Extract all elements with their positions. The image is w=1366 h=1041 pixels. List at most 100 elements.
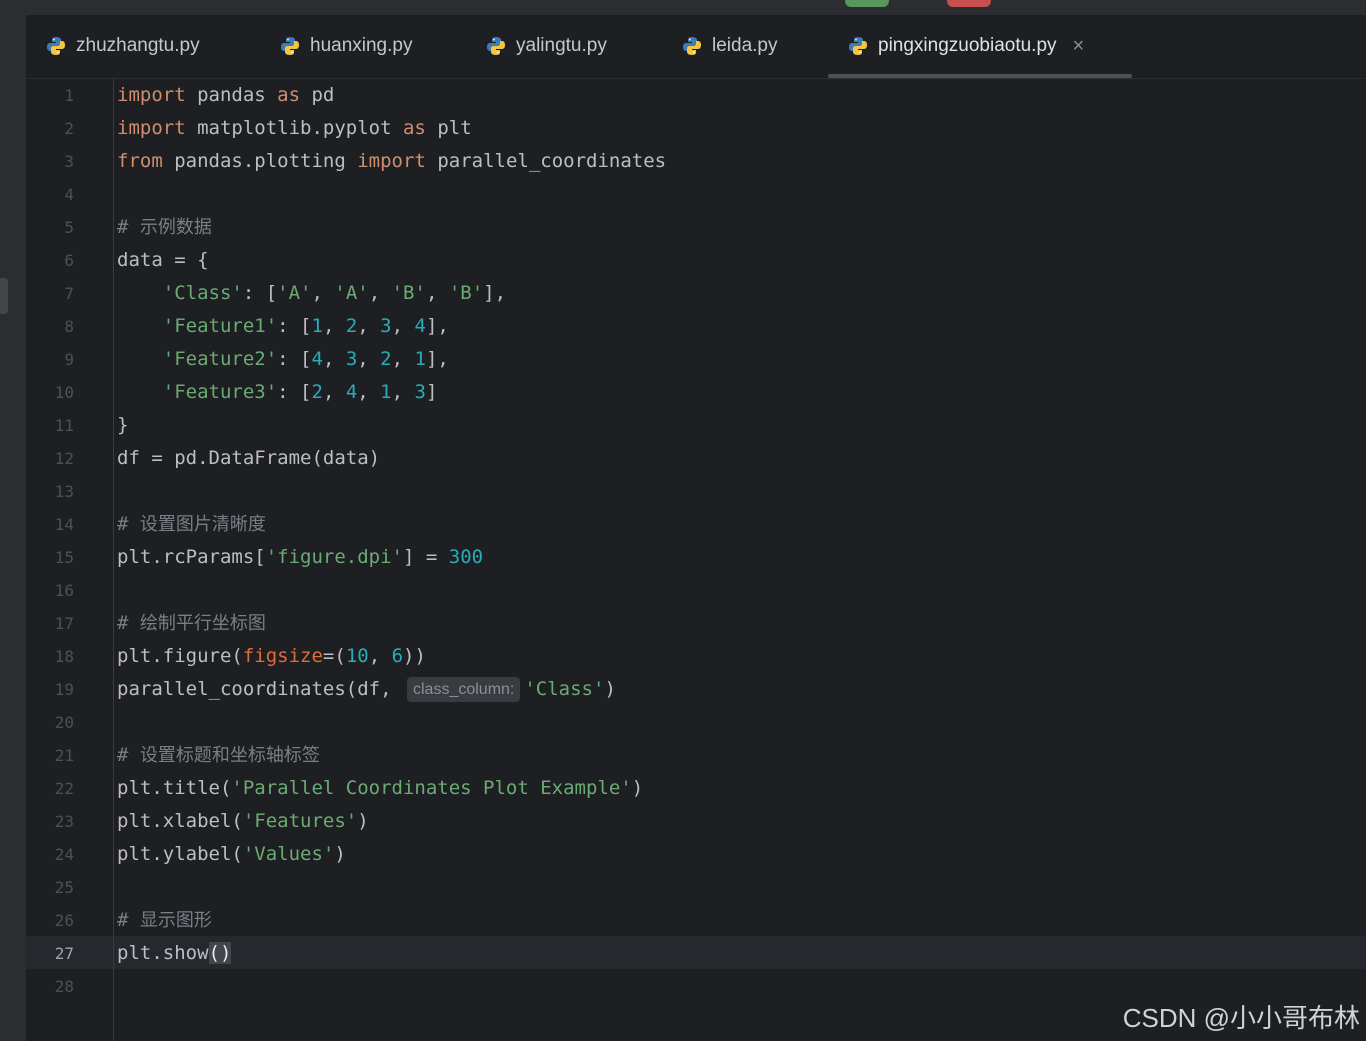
tab-label: pingxingzuobiaotu.py (878, 35, 1057, 56)
code-token: parallel_coordinates (425, 150, 667, 172)
code-token: , (391, 315, 415, 337)
code-text: plt.show() (117, 937, 232, 970)
code-line[interactable]: 22 plt.title('Parallel Coordinates Plot E… (26, 772, 1366, 805)
code-token: ] = (403, 546, 449, 568)
code-token: plt.show (117, 942, 209, 964)
code-token: 'B' (391, 282, 426, 304)
line-number: 28 (54, 977, 74, 996)
code-line[interactable]: 7 'Class': ['A', 'A', 'B', 'B'], (26, 277, 1366, 310)
line-number: 23 (54, 812, 74, 831)
line-number: 27 (54, 944, 74, 963)
code-line[interactable]: 25 (26, 871, 1366, 904)
code-line[interactable]: 12 df = pd.DataFrame(data) (26, 442, 1366, 475)
line-number: 12 (54, 449, 74, 468)
code-line[interactable]: 6 data = { (26, 244, 1366, 277)
code-token: 'figure.dpi' (265, 546, 403, 568)
code-line[interactable]: 2 import matplotlib.pyplot as plt (26, 112, 1366, 145)
tab-huanxing[interactable]: huanxing.py (280, 15, 412, 77)
line-number: 7 (64, 284, 74, 303)
code-line[interactable]: 21 # 设置标题和坐标轴标签 (26, 739, 1366, 772)
code-text: plt.rcParams['figure.dpi'] = 300 (117, 541, 483, 574)
code-line[interactable]: 3 from pandas.plotting import parallel_co… (26, 145, 1366, 178)
close-icon[interactable]: × (1073, 35, 1085, 58)
code-text: 'Feature1': [1, 2, 3, 4], (117, 310, 449, 343)
code-editor[interactable]: 1 import pandas as pd 2 import matplotlib.p… (26, 79, 1366, 1041)
code-token: import (117, 84, 186, 106)
code-token: , (368, 645, 392, 667)
code-line[interactable]: 17 # 绘制平行坐标图 (26, 607, 1366, 640)
code-line[interactable]: 11} (26, 409, 1366, 442)
code-token: 显示图形 (139, 910, 212, 931)
code-line[interactable]: 15 plt.rcParams['figure.dpi'] = 300 (26, 541, 1366, 574)
tab-yalingtu[interactable]: yalingtu.py (486, 15, 607, 77)
code-token: matplotlib.pyplot (185, 117, 403, 139)
code-line[interactable]: 26 # 显示图形 (26, 904, 1366, 937)
code-line[interactable]: 18 plt.figure(figsize=(10, 6)) (26, 640, 1366, 673)
code-token: ) (631, 777, 644, 799)
code-line[interactable]: 24 plt.ylabel('Values') (26, 838, 1366, 871)
code-token: 1 (311, 315, 323, 337)
code-token: =( (322, 645, 346, 667)
code-token: as (402, 117, 426, 139)
code-line[interactable]: 20 (26, 706, 1366, 739)
tab-leida[interactable]: leida.py (682, 15, 778, 77)
code-token: 'Parallel Coordinates Plot Example' (231, 777, 632, 799)
stop-button[interactable] (947, 0, 991, 7)
code-token: 'Feature2' (162, 348, 278, 370)
code-line[interactable]: 13 (26, 475, 1366, 508)
python-file-icon (281, 37, 299, 55)
tool-window-handle[interactable] (0, 278, 8, 314)
watermark: CSDN @小小哥布林 (1122, 1003, 1360, 1033)
code-text: plt.ylabel('Values') (117, 838, 346, 871)
code-line[interactable]: 19 parallel_coordinates(df, class_column:… (26, 673, 1366, 706)
line-number: 5 (64, 218, 74, 237)
code-token: # (117, 612, 140, 634)
line-number: 6 (64, 251, 74, 270)
code-token: pd (300, 84, 335, 106)
code-token: 3 (380, 315, 392, 337)
code-line[interactable]: 1 import pandas as pd (26, 79, 1366, 112)
code-token: 2 (380, 348, 392, 370)
code-token: 'Feature3' (162, 381, 278, 403)
code-line[interactable]: 4 (26, 178, 1366, 211)
code-line[interactable]: 8 'Feature1': [1, 2, 3, 4], (26, 310, 1366, 343)
tab-label: zhuzhangtu.py (76, 35, 200, 56)
code-token: import (357, 150, 426, 172)
code-token: 'Features' (242, 810, 358, 832)
code-token: plt.ylabel( (117, 843, 243, 865)
code-line[interactable]: 5 # 示例数据 (26, 211, 1366, 244)
code-token: # (117, 216, 140, 238)
line-number: 18 (54, 647, 74, 666)
code-text: # 绘制平行坐标图 (117, 607, 266, 640)
code-line[interactable]: 16 (26, 574, 1366, 607)
python-file-icon (683, 37, 701, 55)
left-tool-strip (0, 15, 26, 1041)
code-token: 设置图片清晰度 (139, 514, 266, 535)
code-line[interactable]: 9 'Feature2': [4, 3, 2, 1], (26, 343, 1366, 376)
code-token: : [ (242, 282, 278, 304)
code-token: plt.xlabel( (117, 810, 243, 832)
code-token: from (117, 150, 163, 172)
code-token: 4 (345, 381, 358, 403)
active-tab-indicator (828, 74, 1133, 78)
code-token: 示例数据 (139, 217, 212, 238)
tab-label: huanxing.py (310, 35, 413, 56)
code-text: plt.title('Parallel Coordinates Plot Exa… (117, 772, 643, 805)
code-text: 'Feature3': [2, 4, 1, 3] (117, 376, 438, 409)
code-text: plt.figure(figsize=(10, 6)) (117, 640, 426, 673)
code-line[interactable]: 23 plt.xlabel('Features') (26, 805, 1366, 838)
code-token: df = pd.DataFrame(data) (117, 447, 381, 469)
run-button[interactable] (845, 0, 889, 7)
code-line[interactable]: 27 plt.show() (26, 937, 1366, 970)
code-line[interactable]: 10 'Feature3': [2, 4, 1, 3] (26, 376, 1366, 409)
code-line[interactable]: 14 # 设置图片清晰度 (26, 508, 1366, 541)
code-token: 'A' (277, 282, 312, 304)
tab-zhuzhangtu[interactable]: zhuzhangtu.py (46, 15, 200, 77)
line-number: 9 (64, 350, 74, 369)
code-token: ], (425, 348, 449, 370)
tab-pingxingzuobiaotu[interactable]: pingxingzuobiaotu.py × (828, 15, 1133, 78)
line-number: 17 (54, 614, 74, 633)
code-token: , (357, 315, 381, 337)
code-token: figsize (242, 645, 323, 667)
line-number: 15 (54, 548, 74, 567)
